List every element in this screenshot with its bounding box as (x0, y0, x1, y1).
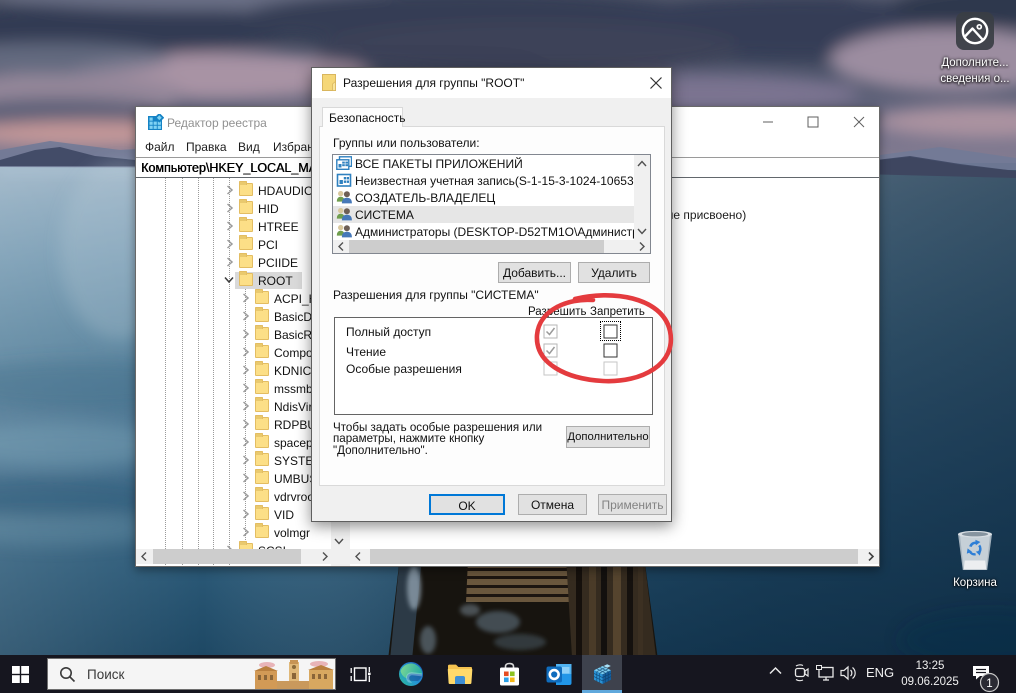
svg-text:1: 1 (986, 678, 992, 690)
